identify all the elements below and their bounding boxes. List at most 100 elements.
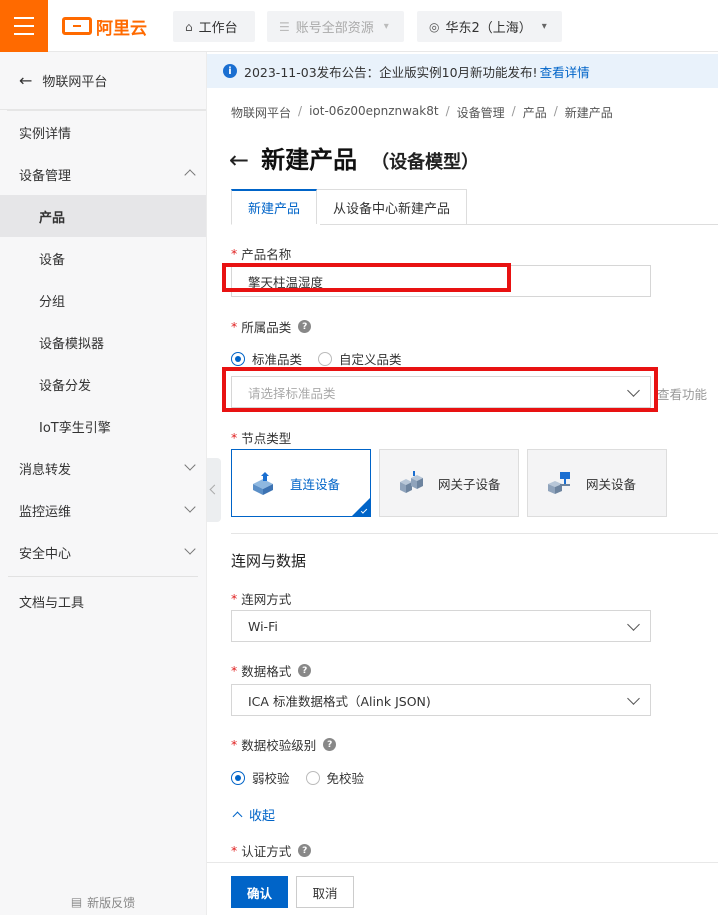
sidebar-item-monitoring[interactable]: 监控运维	[0, 489, 206, 531]
tab-from-device-center[interactable]: 从设备中心新建产品	[317, 189, 468, 225]
breadcrumb-item[interactable]: 设备管理	[457, 104, 505, 121]
product-name-label: * 产品名称	[231, 244, 291, 263]
sidebar-item-label: 产品	[39, 210, 66, 226]
sidebar-item-label: IoT孪生引擎	[39, 420, 111, 436]
sidebar-item-label: 分组	[39, 294, 66, 310]
sidebar-item-product[interactable]: 产品	[0, 195, 206, 237]
node-card-label: 网关子设备	[438, 476, 501, 492]
node-card-gateway[interactable]: 网关设备	[527, 449, 667, 517]
feedback-link[interactable]: ▤ 新版反馈	[0, 889, 206, 915]
collapse-label: 收起	[249, 809, 276, 824]
aliyun-logo[interactable]: 阿里云	[62, 14, 147, 39]
collapse-link[interactable]: 收起	[231, 805, 275, 824]
sidebar-item-device-management[interactable]: 设备管理	[0, 153, 206, 195]
chevron-down-icon	[627, 692, 640, 705]
breadcrumb-item[interactable]: 物联网平台	[231, 104, 291, 121]
radio-weak-verify[interactable]	[231, 770, 245, 785]
sidebar-item-distribution[interactable]: 设备分发	[0, 363, 206, 405]
sidebar-item-label: 监控运维	[19, 504, 72, 520]
required-mark: *	[231, 737, 238, 752]
help-icon[interactable]: ?	[298, 844, 312, 857]
auth-label-text: 认证方式	[241, 844, 292, 859]
verify-level-radio-group: 弱校验 免校验	[231, 768, 380, 787]
node-type-label: * 节点类型	[231, 428, 291, 447]
help-icon[interactable]: ?	[298, 664, 312, 677]
network-label: * 连网方式	[231, 589, 291, 608]
data-format-select[interactable]: ICA 标准数据格式（Alink JSON)	[231, 684, 651, 716]
chevron-down-icon	[184, 459, 196, 471]
breadcrumb-item[interactable]: 产品	[523, 104, 547, 121]
sidebar-back-label: 物联网平台	[42, 75, 108, 90]
logo-text: 阿里云	[96, 18, 147, 39]
required-mark: *	[231, 319, 238, 334]
sidebar-item-label: 设备管理	[19, 168, 72, 184]
resources-icon: ☰	[279, 19, 290, 34]
node-type-label-text: 节点类型	[241, 431, 292, 446]
category-label-text: 所属品类	[241, 320, 292, 335]
cancel-button[interactable]: 取消	[296, 876, 354, 908]
radio-no-verify[interactable]	[305, 770, 320, 785]
breadcrumb-separator: /	[553, 104, 558, 118]
radio-label: 免校验	[326, 771, 365, 786]
category-label: * 所属品类 ?	[231, 317, 312, 336]
confirm-button[interactable]: 确认	[231, 876, 288, 908]
product-name-label-text: 产品名称	[241, 247, 292, 262]
sidebar-divider	[8, 576, 198, 577]
verify-level-label-text: 数据校验级别	[241, 738, 317, 753]
chevron-up-icon	[232, 811, 243, 822]
tab-new-product[interactable]: 新建产品	[231, 189, 318, 225]
announcement-banner: i 2023-11-03发布公告：企业版实例10月新功能发布! 查看详情	[207, 54, 718, 88]
help-icon[interactable]: ?	[323, 738, 337, 751]
radio-label: 自定义品类	[339, 352, 402, 367]
logo-mark-icon	[62, 17, 92, 35]
radio-standard-category[interactable]	[231, 351, 245, 366]
breadcrumb-separator: /	[298, 104, 303, 118]
page-title: 新建产品	[261, 146, 358, 174]
node-card-direct[interactable]: 直连设备	[231, 449, 371, 517]
page-subtitle: （设备模型）	[371, 152, 480, 173]
sidebar-item-simulator[interactable]: 设备模拟器	[0, 321, 206, 363]
back-arrow-icon[interactable]: ←	[229, 146, 249, 174]
feedback-icon: ▤	[70, 895, 83, 909]
sidebar-item-twin-engine[interactable]: IoT孪生引擎	[0, 405, 206, 447]
tab-active-gap	[232, 224, 320, 225]
sidebar-item-label: 设备分发	[39, 378, 92, 394]
data-format-label-text: 数据格式	[241, 664, 292, 679]
view-functions-link[interactable]: 查看功能	[657, 384, 707, 403]
radio-custom-category[interactable]	[318, 351, 333, 366]
home-icon: ⌂	[185, 19, 193, 34]
selected-corner	[352, 498, 370, 516]
sidebar-item-group[interactable]: 分组	[0, 279, 206, 321]
sidebar-item-label: 设备模拟器	[39, 336, 105, 352]
sidebar-item-instance[interactable]: 实例详情	[0, 111, 206, 153]
chevron-down-icon: ▾	[541, 21, 547, 32]
data-format-value: ICA 标准数据格式（Alink JSON)	[248, 693, 431, 709]
network-value: Wi-Fi	[248, 618, 278, 634]
chevron-down-icon	[184, 543, 196, 555]
sidebar-back-link[interactable]: ← 物联网平台	[0, 52, 206, 110]
node-card-gateway-sub[interactable]: 网关子设备	[379, 449, 519, 517]
region-dropdown[interactable]: ◎ 华东2（上海） ▾	[417, 11, 562, 42]
breadcrumb-item: 新建产品	[564, 106, 613, 120]
section-divider	[231, 533, 718, 534]
sidebar-item-device[interactable]: 设备	[0, 237, 206, 279]
sidebar-item-security[interactable]: 安全中心	[0, 531, 206, 573]
announcement-link[interactable]: 查看详情	[540, 62, 590, 81]
help-icon[interactable]: ?	[298, 320, 312, 333]
tab-bar: 新建产品 从设备中心新建产品	[231, 189, 468, 225]
resources-dropdown[interactable]: ☰ 账号全部资源 ▾	[267, 11, 404, 42]
sidebar-collapse-handle[interactable]	[207, 458, 221, 522]
sidebar-item-docs-tools[interactable]: 文档与工具	[0, 580, 206, 622]
required-mark: *	[231, 246, 238, 261]
chevron-down-icon	[184, 501, 196, 513]
node-card-label: 网关设备	[586, 476, 637, 492]
sidebar-item-label: 消息转发	[19, 462, 72, 478]
sidebar-item-message-forwarding[interactable]: 消息转发	[0, 447, 206, 489]
breadcrumb-item[interactable]: iot-06z00epnznwak8t	[309, 104, 439, 121]
breadcrumb: 物联网平台 / iot-06z00epnznwak8t / 设备管理 / 产品 / 新建…	[231, 104, 613, 121]
workbench-button[interactable]: ⌂ 工作台	[173, 11, 255, 42]
radio-label: 弱校验	[252, 771, 290, 786]
menu-icon[interactable]	[0, 0, 48, 52]
network-select[interactable]: Wi-Fi	[231, 610, 651, 642]
direct-device-icon	[253, 472, 273, 495]
